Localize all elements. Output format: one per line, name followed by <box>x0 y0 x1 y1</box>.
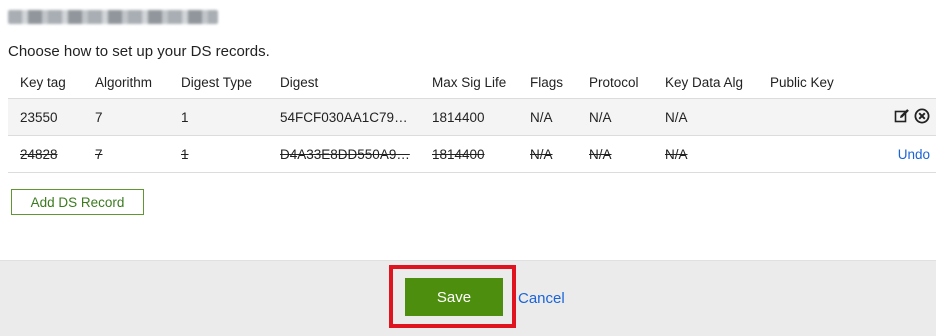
column-header-digest: Digest <box>280 74 319 90</box>
table-row: 23550 7 1 54FCF030AA1C79… 1814400 N/A N/… <box>8 98 936 136</box>
table-row: 24828 7 1 D4A33E8DD550A9… 1814400 N/A N/… <box>8 135 936 173</box>
column-header-protocol: Protocol <box>589 74 639 90</box>
column-header-key-tag: Key tag <box>20 74 66 90</box>
cell-key-tag: 23550 <box>8 98 83 136</box>
cell-max-sig-life: 1814400 <box>420 135 518 173</box>
ds-records-table: Key tag Algorithm Digest Type Digest Max… <box>8 66 936 173</box>
cell-flags: N/A <box>518 98 577 136</box>
table-header-row: Key tag Algorithm Digest Type Digest Max… <box>8 66 936 99</box>
cell-public-key <box>758 98 863 136</box>
column-header-digest-type: Digest Type <box>181 74 253 90</box>
undo-link[interactable]: Undo <box>898 147 930 162</box>
cell-public-key <box>758 135 863 173</box>
cell-algorithm: 7 <box>83 98 169 136</box>
cell-digest: 54FCF030AA1C79… <box>268 98 420 136</box>
page-instruction: Choose how to set up your DS records. <box>8 43 270 60</box>
column-header-public-key: Public Key <box>770 74 834 90</box>
row-actions <box>862 98 936 136</box>
cell-digest-type: 1 <box>169 98 268 136</box>
cell-key-data-alg: N/A <box>653 98 758 136</box>
cell-key-tag: 24828 <box>8 135 83 173</box>
domain-name-redacted <box>8 10 218 24</box>
edit-icon[interactable] <box>894 108 910 127</box>
cell-algorithm: 7 <box>83 135 169 173</box>
add-ds-record-button[interactable]: Add DS Record <box>11 189 144 215</box>
column-header-flags: Flags <box>530 74 564 90</box>
remove-icon[interactable] <box>914 108 930 127</box>
cell-protocol: N/A <box>577 135 653 173</box>
row-actions: Undo <box>862 135 936 173</box>
save-button[interactable]: Save <box>405 278 503 316</box>
column-header-key-data-alg: Key Data Alg <box>665 74 744 90</box>
cell-key-data-alg: N/A <box>653 135 758 173</box>
cancel-link[interactable]: Cancel <box>518 290 565 307</box>
column-header-actions <box>862 66 936 99</box>
column-header-algorithm: Algorithm <box>95 74 153 90</box>
cell-digest: D4A33E8DD550A9… <box>268 135 420 173</box>
cell-digest-type: 1 <box>169 135 268 173</box>
cell-max-sig-life: 1814400 <box>420 98 518 136</box>
cell-flags: N/A <box>518 135 577 173</box>
cell-protocol: N/A <box>577 98 653 136</box>
column-header-max-sig-life: Max Sig Life <box>432 74 507 90</box>
